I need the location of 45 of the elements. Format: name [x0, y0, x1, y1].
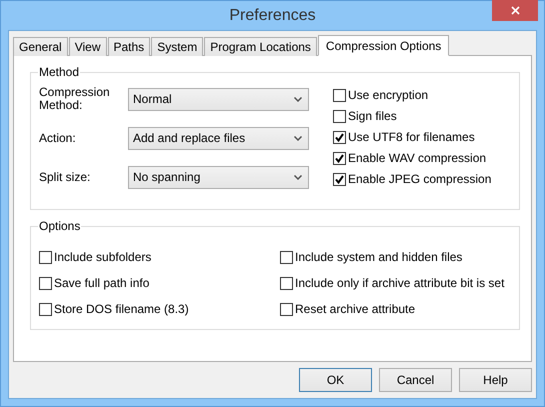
checkbox[interactable] — [333, 110, 346, 122]
checkbox-label: Reset archive attribute — [295, 302, 416, 316]
checkbox[interactable] — [333, 88, 346, 102]
checkbox-label: Include subfolders — [54, 250, 152, 264]
dialog-button[interactable]: OK — [299, 368, 372, 392]
close-icon — [510, 6, 520, 15]
tab[interactable]: Compression Options — [318, 35, 450, 56]
checkbox-label: Store DOS filename (8.3) — [54, 302, 189, 316]
group-title: Options — [38, 219, 82, 233]
dropdown[interactable]: Normal — [128, 88, 309, 110]
dropdown[interactable]: Add and replace files — [128, 126, 309, 150]
tab[interactable]: Program Locations — [204, 37, 317, 56]
tab[interactable]: Paths — [108, 37, 150, 56]
checkbox-label: Use UTF8 for filenames — [348, 130, 475, 144]
checkbox-label: Enable JPEG compression — [348, 172, 492, 186]
checkbox-label: Include only if archive attribute bit is set — [295, 276, 504, 290]
tab[interactable]: View — [68, 37, 106, 56]
checkbox[interactable] — [280, 276, 293, 290]
close-button[interactable] — [492, 0, 538, 21]
checkbox-label: Save full path info — [54, 276, 150, 290]
checkbox[interactable] — [280, 302, 293, 316]
tab[interactable]: System — [151, 37, 204, 56]
checkbox-label: Use encryption — [348, 88, 428, 102]
dropdown[interactable]: No spanning — [128, 166, 309, 188]
field-label: Split size: — [39, 170, 92, 184]
field-label: Action: — [39, 132, 77, 144]
checkbox[interactable] — [39, 276, 52, 290]
tab[interactable]: General — [13, 37, 68, 56]
chevron-icon — [294, 174, 302, 180]
checkbox[interactable] — [39, 302, 52, 316]
checkbox[interactable] — [333, 172, 346, 186]
checkbox[interactable] — [39, 250, 52, 264]
checkbox[interactable] — [333, 152, 346, 164]
chevron-icon — [294, 136, 302, 140]
checkbox[interactable] — [280, 250, 293, 264]
group-title: Method — [38, 65, 80, 79]
checkbox[interactable] — [333, 130, 346, 144]
chevron-icon — [294, 96, 302, 102]
checkbox-label: Sign files — [348, 109, 397, 123]
window-title: Preferences — [229, 6, 316, 24]
checkbox-label: Enable WAV compression — [348, 151, 486, 165]
dialog-button[interactable]: Cancel — [379, 368, 452, 392]
field-label: Compression Method: — [39, 86, 111, 112]
dialog-button[interactable]: Help — [459, 368, 532, 392]
checkbox-label: Include system and hidden files — [295, 250, 462, 264]
